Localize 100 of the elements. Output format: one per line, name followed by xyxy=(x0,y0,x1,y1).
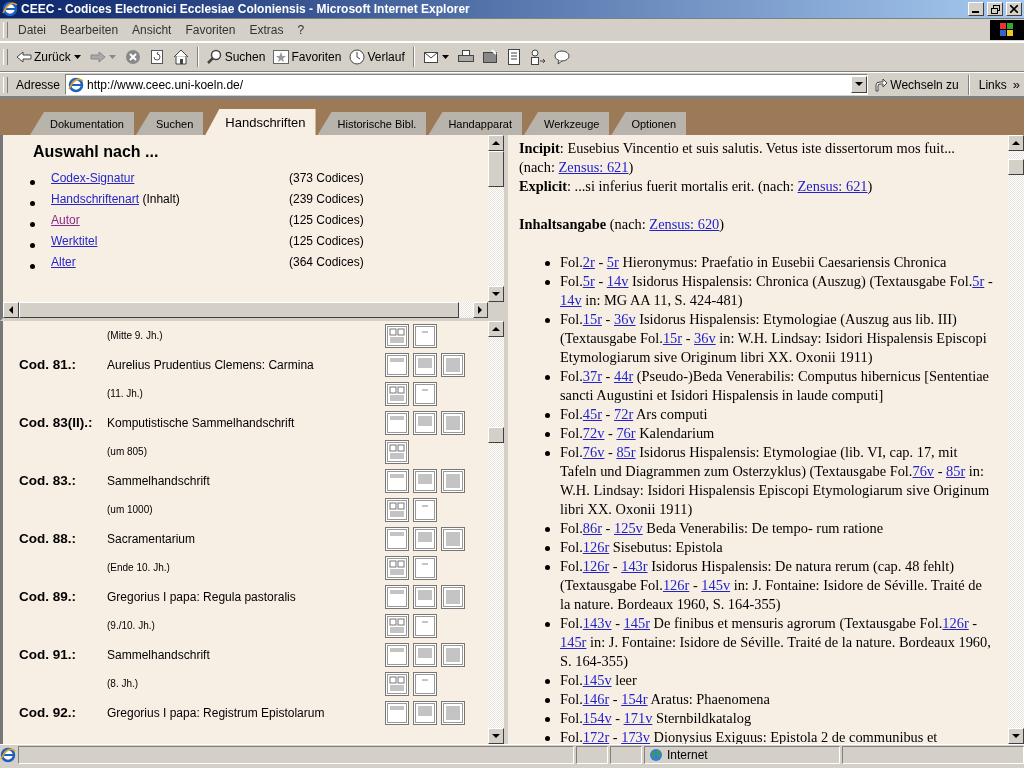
link[interactable]: 154v xyxy=(582,710,612,726)
scroll-right-button[interactable] xyxy=(472,302,488,318)
link[interactable]: 143r xyxy=(621,558,648,574)
link[interactable]: 36v xyxy=(694,330,716,346)
link[interactable]: 172r xyxy=(582,729,610,744)
text-page-icon[interactable] xyxy=(413,410,437,435)
link[interactable]: 76v xyxy=(912,463,935,479)
vertical-scrollbar[interactable] xyxy=(1008,135,1024,744)
link[interactable]: 145r xyxy=(560,634,587,650)
vertical-scrollbar[interactable] xyxy=(488,321,504,744)
tab[interactable]: Werkzeuge xyxy=(524,112,610,135)
tab[interactable]: Suchen xyxy=(136,112,204,135)
link[interactable]: 173v xyxy=(621,729,650,744)
text-page-icon[interactable] xyxy=(413,584,437,609)
link[interactable]: 14v xyxy=(606,273,629,289)
tab[interactable]: Optionen xyxy=(611,112,687,135)
text-page-icon[interactable] xyxy=(385,584,409,609)
page-layout-icon[interactable] xyxy=(385,381,409,406)
close-button[interactable] xyxy=(1006,2,1022,16)
scroll-left-button[interactable] xyxy=(3,302,19,318)
text-page-icon[interactable] xyxy=(413,642,437,667)
text-page-icon[interactable] xyxy=(413,468,437,493)
text-page-icon[interactable] xyxy=(385,642,409,667)
link[interactable]: 5r xyxy=(582,273,595,289)
page-layout-icon[interactable] xyxy=(385,671,409,696)
link[interactable]: 76v xyxy=(582,444,605,460)
back-button[interactable]: Zurück xyxy=(13,48,85,66)
text-page-icon[interactable] xyxy=(385,700,409,725)
page-layout-icon[interactable] xyxy=(385,555,409,580)
link[interactable]: 15r xyxy=(582,311,602,327)
link[interactable]: Werktitel xyxy=(51,234,98,248)
link[interactable]: 145v xyxy=(701,577,731,593)
links-button[interactable]: Links xyxy=(975,75,1010,94)
link[interactable]: 15r xyxy=(662,330,683,346)
link[interactable]: Zensus: 620 xyxy=(649,216,720,232)
scroll-up-button[interactable] xyxy=(1008,135,1024,151)
text-page-icon[interactable] xyxy=(385,410,409,435)
link[interactable]: 5r xyxy=(606,254,619,270)
go-button[interactable]: Wechseln zu xyxy=(871,75,962,94)
search-button[interactable]: Suchen xyxy=(203,47,269,67)
link[interactable]: 5r xyxy=(972,273,985,289)
text-page-icon[interactable] xyxy=(385,526,409,551)
link[interactable]: Codex-Signatur xyxy=(51,171,135,185)
text-page-icon[interactable] xyxy=(441,468,465,493)
link[interactable]: 72v xyxy=(582,425,605,441)
menu-item[interactable]: ? xyxy=(290,23,312,37)
link[interactable]: 85r xyxy=(616,444,636,460)
scroll-up-button[interactable] xyxy=(488,135,504,151)
link[interactable]: 126r xyxy=(942,615,969,631)
restore-button[interactable] xyxy=(987,2,1003,16)
text-page-icon[interactable] xyxy=(413,700,437,725)
favorites-button[interactable]: Favoriten xyxy=(270,47,345,67)
link[interactable]: 126r xyxy=(662,577,690,593)
menu-item[interactable]: Datei xyxy=(11,23,53,37)
scroll-thumb[interactable] xyxy=(1008,159,1024,175)
link[interactable]: 37r xyxy=(582,368,602,384)
link[interactable]: Zensus: 621 xyxy=(797,178,868,194)
blank-page-icon[interactable] xyxy=(413,671,437,696)
page-layout-icon[interactable] xyxy=(385,323,409,348)
link[interactable]: 146r xyxy=(582,691,610,707)
scroll-down-button[interactable] xyxy=(1008,728,1024,744)
link[interactable]: 45r xyxy=(582,406,602,422)
tab[interactable]: Dokumentation xyxy=(30,112,134,135)
link[interactable]: 154r xyxy=(621,691,648,707)
text-page-icon[interactable] xyxy=(385,468,409,493)
link[interactable]: Autor xyxy=(51,213,80,227)
scroll-up-button[interactable] xyxy=(488,321,504,337)
page-layout-icon[interactable] xyxy=(385,613,409,638)
blank-page-icon[interactable] xyxy=(413,613,437,638)
menu-item[interactable]: Extras xyxy=(242,23,291,37)
text-page-icon[interactable] xyxy=(441,526,465,551)
page-layout-icon[interactable] xyxy=(385,497,409,522)
address-field[interactable]: http://www.ceec.uni-koeln.de/ xyxy=(65,74,869,95)
page-layout-icon[interactable] xyxy=(385,439,409,464)
text-page-icon[interactable] xyxy=(413,352,437,377)
link[interactable]: 44r xyxy=(614,368,634,384)
text-page-icon[interactable] xyxy=(441,642,465,667)
link[interactable]: 2r xyxy=(582,254,595,270)
text-page-icon[interactable] xyxy=(441,584,465,609)
text-page-icon[interactable] xyxy=(441,410,465,435)
minimize-button[interactable] xyxy=(968,2,984,16)
link[interactable]: 171v xyxy=(623,710,653,726)
link[interactable]: Handschriftenart xyxy=(51,192,140,206)
link[interactable]: Alter xyxy=(51,255,76,269)
vertical-scrollbar[interactable] xyxy=(488,135,504,302)
tab[interactable]: Handschriften xyxy=(205,109,316,135)
tab[interactable]: Historische Bibl. xyxy=(317,112,427,135)
dropdown-button[interactable] xyxy=(851,76,868,93)
scroll-thumb[interactable] xyxy=(488,151,504,187)
link[interactable]: 126r xyxy=(582,539,610,555)
text-page-icon[interactable] xyxy=(441,700,465,725)
link[interactable]: 85r xyxy=(946,463,966,479)
text-page-icon[interactable] xyxy=(385,352,409,377)
link[interactable]: 145r xyxy=(623,615,650,631)
text-page-icon[interactable] xyxy=(441,352,465,377)
menu-item[interactable]: Favoriten xyxy=(178,23,243,37)
text-page-icon[interactable] xyxy=(413,526,437,551)
link[interactable]: Zensus: 621 xyxy=(558,159,629,175)
history-button[interactable]: Verlauf xyxy=(346,47,408,67)
link[interactable]: 125v xyxy=(614,520,643,536)
